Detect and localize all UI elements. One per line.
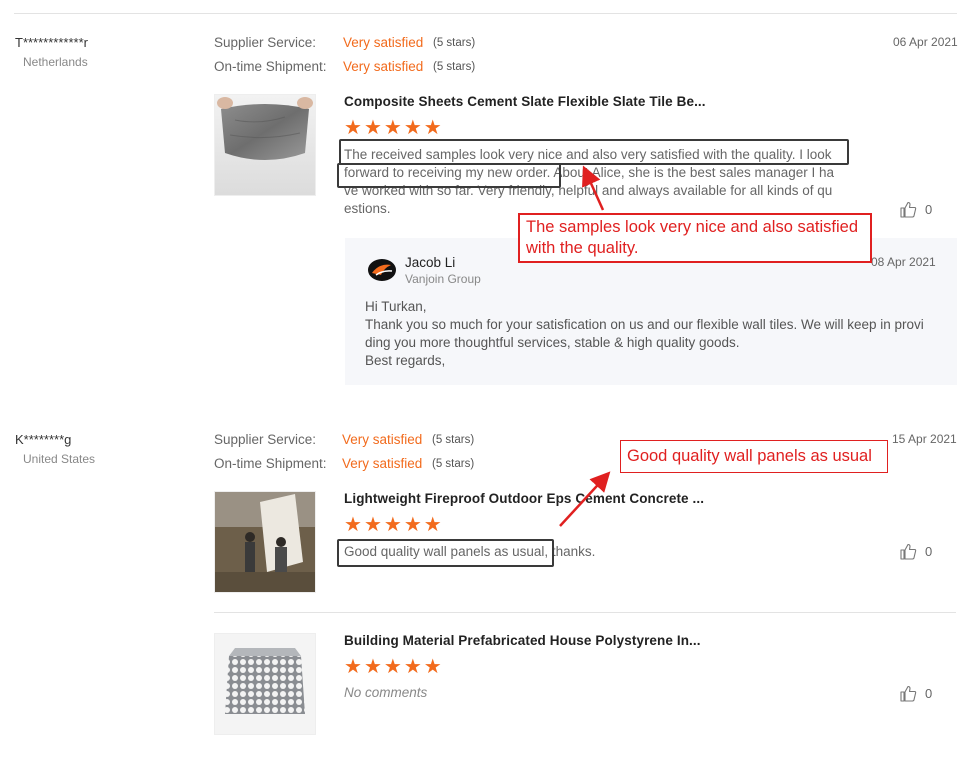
arrow-icon <box>582 165 605 211</box>
annotation-callout: The samples look very nice and also sati… <box>518 213 872 263</box>
arrow-icon <box>559 471 611 527</box>
annotation-arrows <box>559 165 611 527</box>
annotation-callout: Good quality wall panels as usual <box>620 440 888 473</box>
